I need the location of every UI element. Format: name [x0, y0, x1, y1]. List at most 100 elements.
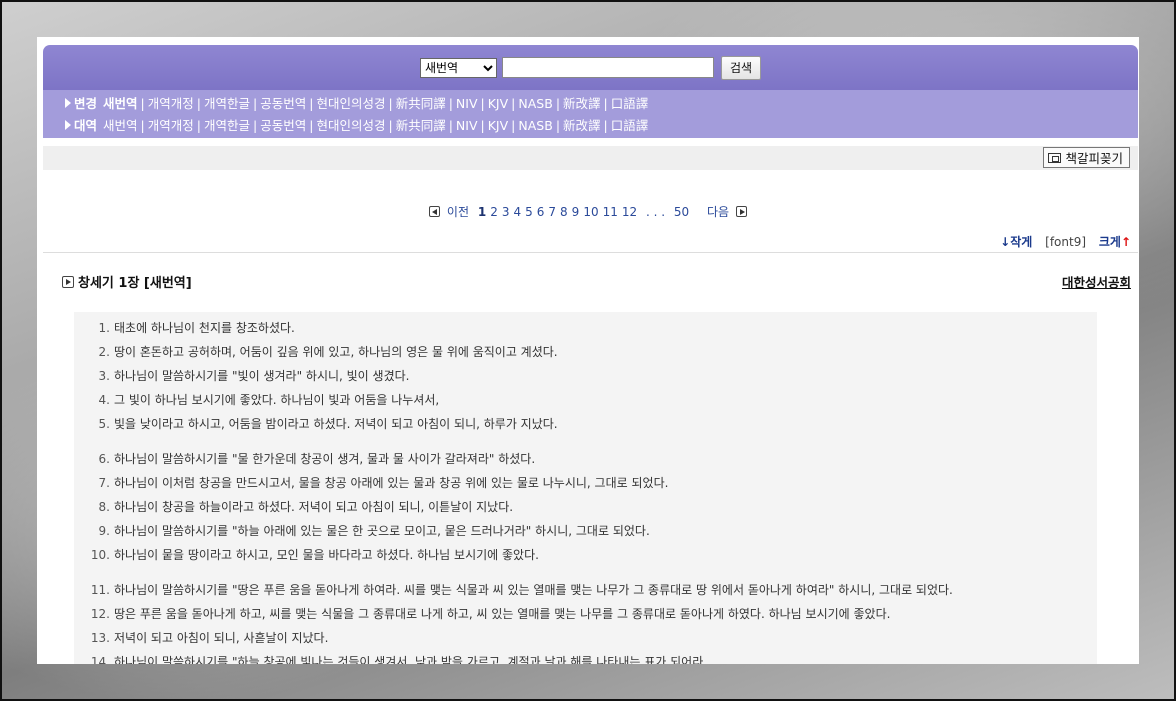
verse-row: 9. 하나님이 말씀하시기를 "하늘 아래에 있는 물은 한 곳으로 모이고, 뭍…	[74, 519, 1097, 543]
version-select[interactable]: 새번역	[419, 57, 497, 78]
play-arrow-icon	[62, 276, 74, 288]
page-link[interactable]: 2	[490, 205, 498, 219]
bookmark-button[interactable]: 책갈피꽂기	[1043, 147, 1130, 168]
nav-separator: |	[448, 96, 453, 111]
verse-row: 12. 땅은 푸른 움을 돋아나게 하고, 씨를 맺는 식물을 그 종류대로 나게…	[74, 602, 1097, 626]
page-link[interactable]: 11	[603, 205, 618, 219]
nav-separator: |	[309, 118, 314, 133]
nav-separator: |	[196, 118, 201, 133]
font-bigger-link[interactable]: 크게↑	[1099, 235, 1131, 249]
bookmark-label: 책갈피꽂기	[1065, 151, 1123, 166]
verse-text: 태초에 하나님이 천지를 창조하셨다.	[114, 321, 295, 335]
triangle-right-icon	[65, 120, 71, 130]
page-link[interactable]: 8	[560, 205, 568, 219]
verse-number: 8.	[98, 500, 110, 514]
verse-text: 하나님이 뭍을 땅이라고 하시고, 모인 물을 바다라고 하셨다. 하나님 보시…	[114, 548, 539, 562]
page-link[interactable]: 4	[513, 205, 521, 219]
nav-separator: |	[511, 96, 516, 111]
font-bigger-label: 크게	[1098, 235, 1121, 249]
page-link[interactable]: 12	[622, 205, 637, 219]
pager-ellipsis: . . .	[645, 205, 666, 219]
verse-text: 하나님이 말씀하시기를 "물 한가운데 창공이 생겨, 물과 물 사이가 갈라져…	[114, 452, 536, 466]
page-link[interactable]: 1	[478, 205, 486, 219]
page-link[interactable]: 6	[537, 205, 545, 219]
version-link[interactable]: 新改譯	[563, 118, 601, 133]
verse-text: 저녁이 되고 아침이 되니, 사흗날이 지났다.	[114, 631, 329, 645]
next-arrow-icon[interactable]	[735, 206, 747, 217]
nav-separator: |	[448, 118, 453, 133]
version-link[interactable]: 新共同譯	[396, 96, 446, 111]
nav-separator: |	[555, 96, 561, 111]
version-nav-row: 대역 새번역 | 개역개정 | 개역한글 | 공동번역 | 현대인의성경 | 新共同譯 | NIV | KJV…	[65, 115, 1138, 137]
verse-number: 2.	[98, 345, 110, 359]
nav-separator: |	[140, 96, 145, 111]
version-link[interactable]: NASB	[518, 96, 552, 111]
page-link[interactable]: 9	[572, 205, 580, 219]
version-link[interactable]: NASB	[518, 118, 552, 133]
verse-number: 4.	[98, 393, 110, 407]
version-link[interactable]: 새번역	[103, 96, 138, 111]
search-input[interactable]	[501, 57, 714, 78]
verse-text: 하나님이 말씀하시기를 "하늘 창공에 빛나는 것들이 생겨서, 낮과 밤을 가…	[114, 655, 708, 664]
font-size-control: ↓작게 [font9] 크게↑	[1000, 233, 1131, 250]
verse-text: 그 빛이 하나님 보시기에 좋았다. 하나님이 빛과 어둠을 나누셔서,	[114, 393, 440, 407]
version-link[interactable]: 개역개정	[148, 96, 194, 111]
verse-row: 13. 저녁이 되고 아침이 되니, 사흗날이 지났다.	[74, 626, 1097, 650]
version-nav: 변경 새번역 | 개역개정 | 개역한글 | 공동번역 | 현대인의성경 | 新共同譯 | NIV | KJV…	[43, 90, 1138, 138]
version-link[interactable]: 新改譯	[563, 96, 601, 111]
version-link[interactable]: 개역개정	[148, 118, 194, 133]
verse-row: 2. 땅이 혼돈하고 공허하며, 어둠이 깊음 위에 있고, 하나님의 영은 물 …	[74, 340, 1097, 364]
nav-separator: |	[480, 118, 485, 133]
version-link[interactable]: KJV	[488, 118, 508, 133]
nav-separator: |	[253, 96, 258, 111]
version-link[interactable]: 현대인의성경	[316, 96, 385, 111]
pagination: 이전 1 2 3 4 5 6 7 8 9 10 11 12 . . . 50 다음	[37, 203, 1139, 220]
verse-number: 6.	[98, 452, 110, 466]
bookmark-icon	[1048, 152, 1062, 163]
version-link[interactable]: 新共同譯	[396, 118, 446, 133]
verse-text: 하나님이 말씀하시기를 "빛이 생겨라" 하시니, 빛이 생겼다.	[114, 369, 410, 383]
verse-number: 13.	[90, 631, 110, 645]
version-link[interactable]: 현대인의성경	[316, 118, 385, 133]
verse-number: 9.	[98, 524, 110, 538]
search-button[interactable]: 검색	[720, 55, 762, 80]
version-link[interactable]: NIV	[456, 118, 478, 133]
nav-separator: |	[309, 96, 314, 111]
version-link[interactable]: 새번역	[103, 118, 138, 133]
prev-arrow-icon[interactable]	[429, 206, 441, 217]
nav-separator: |	[603, 96, 608, 111]
chapter-title: 창세기 1장 [새번역]	[78, 276, 192, 291]
version-link[interactable]: 개역한글	[204, 118, 250, 133]
version-link[interactable]: NIV	[456, 96, 478, 111]
nav-separator: |	[253, 118, 258, 133]
verse-row: 5. 빛을 낮이라고 하시고, 어둠을 밤이라고 하셨다. 저녁이 되고 아침이 …	[74, 412, 1097, 436]
nav-separator: |	[511, 118, 516, 133]
verse-number: 11.	[90, 583, 110, 597]
page-link[interactable]: 5	[525, 205, 533, 219]
next-page-link[interactable]: 다음	[707, 205, 729, 219]
verse-number: 5.	[98, 417, 110, 431]
version-link[interactable]: 口語譯	[611, 118, 649, 133]
verse-text: 땅이 혼돈하고 공허하며, 어둠이 깊음 위에 있고, 하나님의 영은 물 위에…	[114, 345, 558, 359]
verse-text: 하나님이 말씀하시기를 "땅은 푸른 움을 돋아나게 하여라. 씨를 맺는 식물…	[114, 583, 953, 597]
font-smaller-link[interactable]: ↓작게	[1000, 235, 1032, 249]
page-link[interactable]: 10	[583, 205, 598, 219]
font-bigger-arrow: ↑	[1120, 235, 1131, 249]
page-link[interactable]: 3	[502, 205, 510, 219]
verse-text: 빛을 낮이라고 하시고, 어둠을 밤이라고 하셨다. 저녁이 되고 아침이 되니…	[114, 417, 558, 431]
prev-page-link[interactable]: 이전	[447, 205, 469, 219]
page-link[interactable]: 7	[548, 205, 556, 219]
version-link[interactable]: KJV	[488, 96, 508, 111]
search-bar: 새번역 검색	[43, 45, 1138, 90]
nav-separator: |	[555, 118, 561, 133]
version-link[interactable]: 공동번역	[260, 96, 306, 111]
version-link[interactable]: 공동번역	[260, 118, 306, 133]
version-link[interactable]: 개역한글	[204, 96, 250, 111]
version-link[interactable]: 口語譯	[611, 96, 649, 111]
verse-number: 14.	[90, 655, 110, 664]
page-link-last[interactable]: 50	[674, 205, 689, 219]
verse-number: 3.	[98, 369, 110, 383]
verse-row: 8. 하나님이 창공을 하늘이라고 하셨다. 저녁이 되고 아침이 되니, 이튿날…	[74, 495, 1097, 519]
publisher-link[interactable]: 대한성서공회	[1062, 272, 1131, 291]
verse-row: 11. 하나님이 말씀하시기를 "땅은 푸른 움을 돋아나게 하여라. 씨를 맺는…	[74, 578, 1097, 602]
